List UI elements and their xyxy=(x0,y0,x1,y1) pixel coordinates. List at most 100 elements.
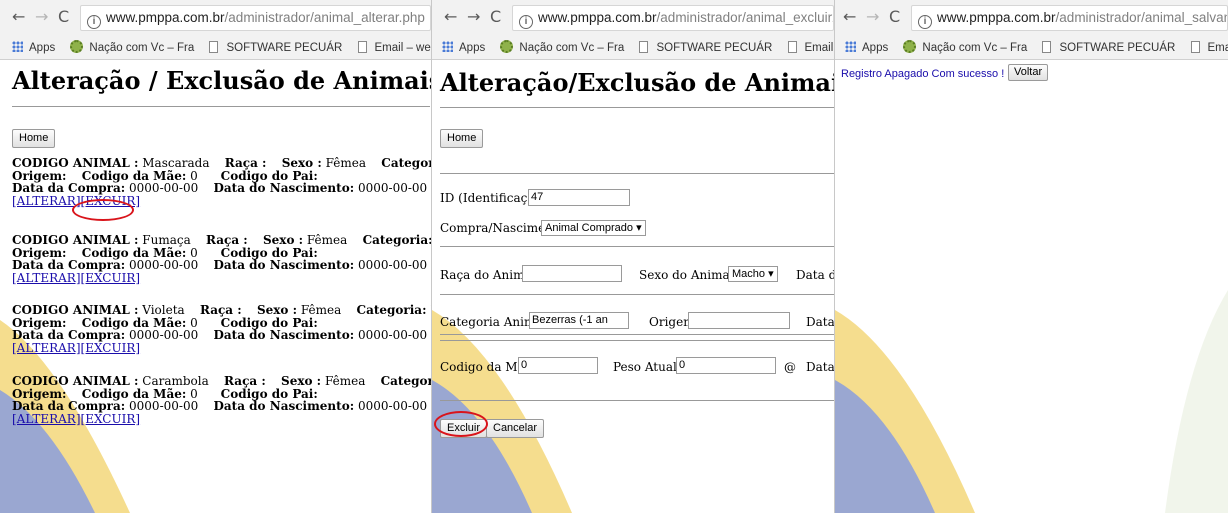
reload-icon[interactable]: C xyxy=(490,8,501,26)
alterar-link[interactable]: [ALTERAR] xyxy=(12,194,81,208)
reload-icon[interactable]: C xyxy=(58,8,69,26)
info-icon[interactable]: i xyxy=(918,15,932,29)
excluir-link[interactable]: [EXCUIR] xyxy=(81,194,141,208)
id-field[interactable]: 47 xyxy=(528,189,630,206)
page-content: Registro Apagado Com sucesso ! Voltar xyxy=(835,60,1228,513)
record-actions: [ALTERAR][EXCUIR] xyxy=(12,341,431,355)
address-bar[interactable]: i www.pmppa.com.br/administrador/animal_e… xyxy=(512,5,834,31)
forward-arrow-icon[interactable]: → xyxy=(866,8,879,26)
peso-label: Peso Atual : xyxy=(613,360,685,374)
animal-nascimento: 0000-00-00 xyxy=(357,181,428,195)
categoria-label: Categoria: xyxy=(362,233,431,247)
animal-sexo: Fêmea xyxy=(325,156,367,170)
bookmark-email[interactable]: Email – weschenfel xyxy=(357,36,431,60)
nascimento-label: Data do Nascimento: xyxy=(213,258,355,272)
divider xyxy=(440,334,834,335)
globe-icon xyxy=(903,40,917,53)
mae-field[interactable]: 0 xyxy=(518,357,598,374)
address-bar[interactable]: i www.pmppa.com.br/administrador/animal_a… xyxy=(80,5,431,31)
bookmark-label: Apps xyxy=(459,42,486,54)
bookmark-apps[interactable]: Apps xyxy=(442,36,485,60)
success-message: Registro Apagado Com sucesso ! xyxy=(841,68,1005,80)
raca-field[interactable] xyxy=(522,265,622,282)
excluir-link[interactable]: [EXCUIR] xyxy=(81,412,141,426)
reload-icon[interactable]: C xyxy=(889,8,900,26)
page-icon xyxy=(357,41,367,53)
bookmark-email[interactable]: Email – we xyxy=(1190,36,1228,60)
browser-window-alterar: ← → C i www.pmppa.com.br/administrador/an… xyxy=(0,0,432,513)
divider xyxy=(440,173,834,174)
alterar-link[interactable]: [ALTERAR] xyxy=(12,271,81,285)
voltar-button[interactable]: Voltar xyxy=(1008,64,1049,81)
url-host: www.pmppa.com.br xyxy=(937,10,1056,25)
forward-arrow-icon[interactable]: → xyxy=(467,8,480,26)
info-icon[interactable]: i xyxy=(519,15,533,29)
sexo-select[interactable]: Macho ▾ xyxy=(728,266,778,282)
bookmark-email[interactable]: Email – wesch xyxy=(787,36,834,60)
bookmark-nacao[interactable]: Nação com Vc – Fra xyxy=(70,36,194,60)
url-host: www.pmppa.com.br xyxy=(106,10,225,25)
bookmarks-bar: Apps Nação com Vc – Fra SOFTWARE PECUÁR … xyxy=(432,36,834,60)
bookmark-label: Nação com Vc – Fra xyxy=(922,42,1028,54)
bookmark-software[interactable]: SOFTWARE PECUÁR xyxy=(639,36,772,60)
divider xyxy=(440,400,834,401)
excluir-link[interactable]: [EXCUIR] xyxy=(81,341,141,355)
forward-arrow-icon[interactable]: → xyxy=(35,8,48,26)
categoria-label: Categoria: xyxy=(381,156,431,170)
categoria-label: Categoria: xyxy=(356,303,427,317)
cancelar-button[interactable]: Cancelar xyxy=(486,419,545,438)
bookmark-label: Email – wesch xyxy=(804,42,834,54)
excluir-link[interactable]: [EXCUIR] xyxy=(81,271,141,285)
divider xyxy=(12,106,430,107)
divider xyxy=(440,294,834,295)
browser-chrome: ← → C i www.pmppa.com.br/administrador/an… xyxy=(0,0,431,60)
bookmark-apps[interactable]: Apps xyxy=(845,36,888,60)
animal-record: CODIGO ANIMAL : Violeta Raça : Sexo : Fê… xyxy=(12,304,431,354)
browser-window-excluir: ← → C i www.pmppa.com.br/administrador/an… xyxy=(432,0,835,513)
back-arrow-icon[interactable]: ← xyxy=(12,8,25,26)
bookmark-apps[interactable]: Apps xyxy=(12,36,55,60)
data-label: Data xyxy=(806,315,834,329)
back-arrow-icon[interactable]: ← xyxy=(444,8,457,26)
browser-toolbar: ← → C i www.pmppa.com.br/administrador/an… xyxy=(835,0,1228,36)
bookmark-nacao[interactable]: Nação com Vc – Fra xyxy=(903,36,1027,60)
dropdown-arrow-icon: ▾ xyxy=(768,268,774,280)
alterar-link[interactable]: [ALTERAR] xyxy=(12,341,81,355)
page-icon xyxy=(639,41,649,53)
categoria-label: Categoria: xyxy=(380,374,431,388)
bookmark-nacao[interactable]: Nação com Vc – Fra xyxy=(500,36,624,60)
background-decoration xyxy=(0,320,130,513)
page-content: Alteração/Exclusão de Animais Home ID (I… xyxy=(432,60,834,513)
home-button[interactable]: Home xyxy=(12,129,56,148)
nascimento-label: Data do Nascimento: xyxy=(213,399,355,413)
back-arrow-icon[interactable]: ← xyxy=(843,8,856,26)
bookmark-label: SOFTWARE PECUÁR xyxy=(226,42,343,54)
bookmark-label: Nação com Vc – Fra xyxy=(519,42,625,54)
info-icon[interactable]: i xyxy=(87,15,101,29)
bookmark-label: SOFTWARE PECUÁR xyxy=(1059,42,1176,54)
record-actions: [ALTERAR][EXCUIR] xyxy=(12,194,431,208)
nascimento-label: Data do Nascimento: xyxy=(213,328,355,342)
browser-window-salvando: ← → C i www.pmppa.com.br/administrador/an… xyxy=(835,0,1228,513)
compra-nascimento-select[interactable]: Animal Comprado ▾ xyxy=(541,220,646,236)
bookmark-software[interactable]: SOFTWARE PECUÁR xyxy=(209,36,342,60)
bookmark-software[interactable]: SOFTWARE PECUÁR xyxy=(1042,36,1175,60)
animal-categoria: Matrizes xyxy=(430,303,431,317)
address-bar[interactable]: i www.pmppa.com.br/administrador/animal_s… xyxy=(911,5,1228,31)
origem-field[interactable] xyxy=(688,312,790,329)
apps-grid-icon xyxy=(12,41,23,52)
page-content: Alteração / Exclusão de Animais Home COD… xyxy=(0,60,431,513)
peso-field[interactable]: 0 xyxy=(676,357,776,374)
excluir-button[interactable]: Excluir xyxy=(440,419,488,438)
bookmarks-bar: Apps Nação com Vc – Fra SOFTWARE PECUÁR … xyxy=(835,36,1228,60)
bookmark-label: Nação com Vc – Fra xyxy=(89,42,195,54)
page-title: Alteração/Exclusão de Animais xyxy=(440,68,834,97)
record-actions: [ALTERAR][EXCUIR] xyxy=(12,271,431,285)
home-button[interactable]: Home xyxy=(440,129,484,148)
data-label: Data xyxy=(806,360,834,374)
alterar-link[interactable]: [ALTERAR] xyxy=(12,412,81,426)
categoria-field[interactable]: Bezerras (-1 an xyxy=(529,312,629,329)
divider xyxy=(440,340,834,341)
browser-chrome: ← → C i www.pmppa.com.br/administrador/an… xyxy=(835,0,1228,60)
animal-record: CODIGO ANIMAL : Fumaça Raça : Sexo : Fêm… xyxy=(12,234,431,284)
